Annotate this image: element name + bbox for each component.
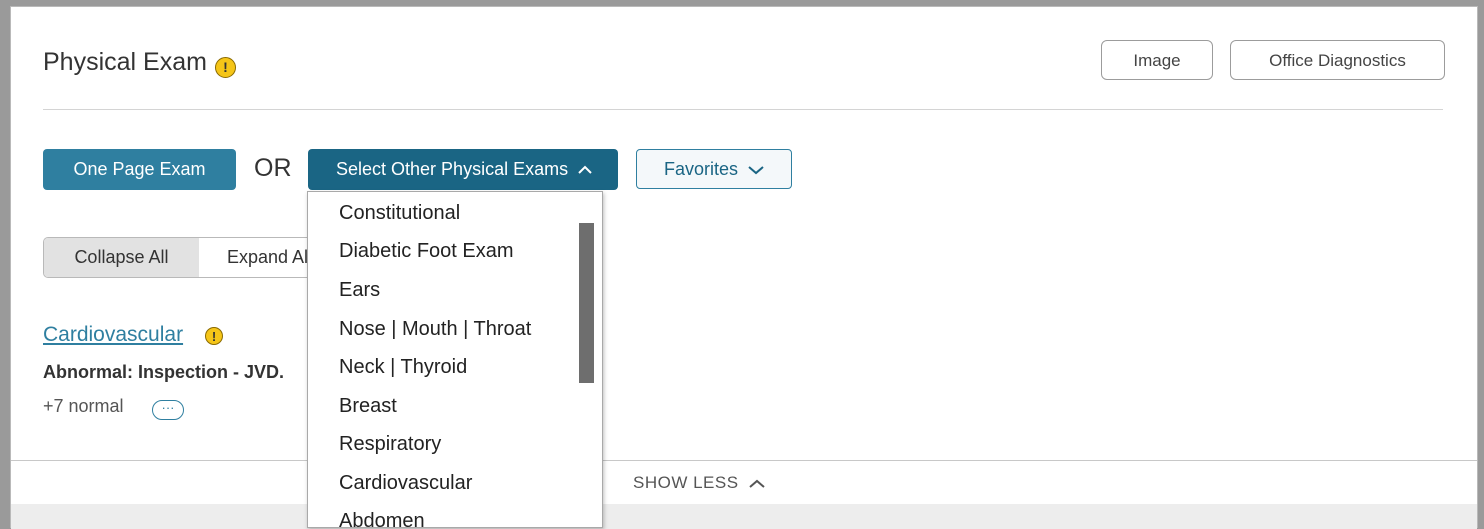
normal-count: +7 normal	[43, 396, 124, 416]
menu-item-abdomen[interactable]: Abdomen	[339, 510, 425, 527]
menu-item-constitutional[interactable]: Constitutional	[339, 202, 460, 225]
warning-icon: !	[205, 327, 223, 345]
or-label: OR	[254, 154, 292, 182]
footer-divider	[11, 460, 1477, 461]
chevron-down-icon	[748, 151, 764, 189]
expand-all-button[interactable]: Expand All	[198, 238, 312, 277]
menu-item-diabetic-foot-exam[interactable]: Diabetic Foot Exam	[339, 240, 514, 263]
cardiovascular-link[interactable]: Cardiovascular	[43, 323, 183, 347]
menu-item-breast[interactable]: Breast	[339, 395, 397, 418]
show-less-button[interactable]: SHOW LESS	[633, 473, 765, 493]
menu-item-neck-thyroid[interactable]: Neck | Thyroid	[339, 356, 467, 379]
warning-icon: !	[214, 57, 236, 78]
one-page-exam-button[interactable]: One Page Exam	[43, 149, 236, 190]
collapse-expand-toggle: Collapse All Expand All	[43, 237, 313, 278]
office-diagnostics-button[interactable]: Office Diagnostics	[1230, 40, 1445, 80]
header-divider	[43, 109, 1443, 110]
favorites-button[interactable]: Favorites	[636, 149, 792, 189]
bottom-bar	[11, 504, 1477, 529]
page-title-text: Physical Exam	[43, 48, 207, 76]
select-other-exams-label: Select Other Physical Exams	[336, 159, 569, 179]
menu-item-respiratory[interactable]: Respiratory	[339, 433, 441, 456]
ellipsis-icon[interactable]: ···	[152, 400, 184, 420]
show-less-label: SHOW LESS	[633, 473, 739, 492]
menu-item-nose-mouth-throat[interactable]: Nose | Mouth | Throat	[339, 318, 531, 341]
dropdown-scrollbar[interactable]	[579, 223, 594, 383]
chevron-up-icon	[748, 476, 765, 492]
menu-item-cardiovascular[interactable]: Cardiovascular	[339, 472, 472, 495]
exam-dropdown-menu: Constitutional Diabetic Foot Exam Ears N…	[307, 191, 603, 528]
collapse-all-button[interactable]: Collapse All	[44, 238, 199, 277]
image-button[interactable]: Image	[1101, 40, 1213, 80]
physical-exam-panel: Physical Exam! Image Office Diagnostics …	[10, 6, 1478, 529]
abnormal-findings: Abnormal: Inspection - JVD.	[43, 362, 285, 382]
page-title: Physical Exam!	[43, 48, 236, 78]
favorites-label: Favorites	[663, 159, 739, 179]
menu-item-ears[interactable]: Ears	[339, 279, 380, 302]
chevron-up-icon	[578, 150, 592, 191]
select-other-exams-button[interactable]: Select Other Physical Exams	[308, 149, 618, 190]
